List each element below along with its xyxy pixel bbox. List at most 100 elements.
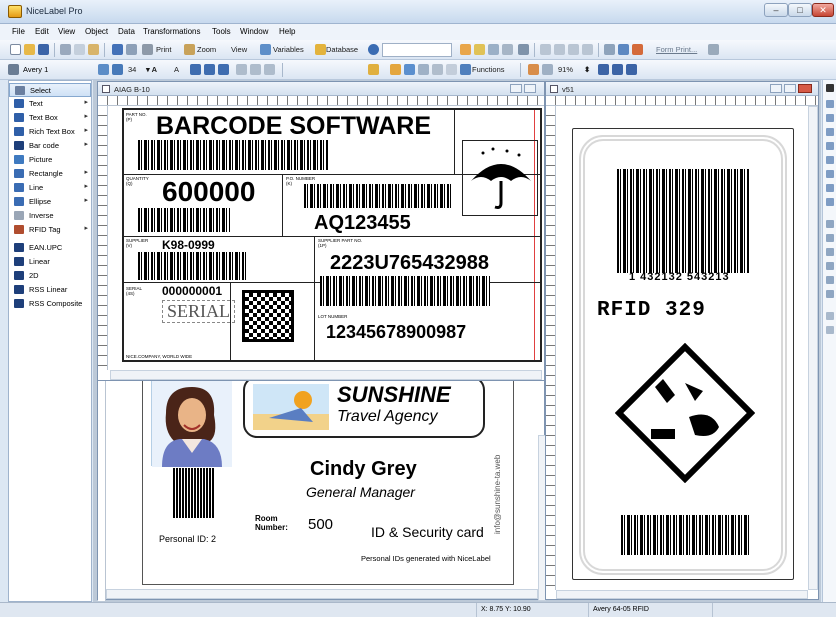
printer-icon[interactable] [142,44,153,55]
aiag-horizontal-scrollbar[interactable] [110,370,542,380]
tool-linear[interactable]: Linear [9,255,91,269]
doc2-minimize-button[interactable] [770,84,782,93]
preview-icon[interactable] [126,44,137,55]
doc1-maximize-button[interactable] [524,84,536,93]
order-icon-a[interactable] [826,312,834,320]
spacing-icon-e[interactable] [826,276,834,284]
paste-icon[interactable] [88,44,99,55]
query-icon[interactable] [446,64,457,75]
menu-view[interactable]: View [58,27,75,36]
order-icon-b[interactable] [826,326,834,334]
help-icon[interactable] [368,44,379,55]
submenu-arrow-icon[interactable]: ▸ [84,126,88,134]
zoom-icon[interactable] [184,44,195,55]
layout-icon-2[interactable] [612,64,623,75]
menu-tools[interactable]: Tools [212,27,231,36]
submenu-arrow-icon[interactable]: ▸ [84,98,88,106]
functions-button[interactable]: Functions [472,65,505,74]
zoom-button[interactable]: Zoom [197,45,216,54]
function-wizard-icon[interactable] [390,64,401,75]
spacing-icon-c[interactable] [826,248,834,256]
underline-icon[interactable] [218,64,229,75]
menu-file[interactable]: File [12,27,25,36]
close-button[interactable]: ✕ [812,3,834,17]
tool-rss-linear[interactable]: RSS Linear [9,283,91,297]
doc2-maximize-button[interactable] [784,84,796,93]
database-button[interactable]: Database [326,45,358,54]
doc1-minimize-button[interactable] [510,84,522,93]
rotate-icon[interactable] [528,64,539,75]
zoom-percent[interactable]: 91% [558,65,573,74]
align-icon-g[interactable] [826,184,834,192]
align-icon-f[interactable] [826,170,834,178]
align-text-left-icon[interactable] [236,64,247,75]
grow-font-icon[interactable]: ▾ A [146,65,157,74]
table-icon[interactable] [432,64,443,75]
tools-icon[interactable] [632,44,643,55]
spacing-icon-f[interactable] [826,290,834,298]
form-print-button[interactable]: Form Print... [656,45,697,54]
align-text-right-icon[interactable] [264,64,275,75]
form-grid-icon[interactable] [518,44,529,55]
font-size-value[interactable]: 34 [128,65,136,74]
tool-rss-composite[interactable]: RSS Composite [9,297,91,311]
maximize-button[interactable]: □ [788,3,812,17]
save-icon[interactable] [38,44,49,55]
print-button[interactable]: Print [156,45,171,54]
layout-icon-1[interactable] [598,64,609,75]
submenu-arrow-icon[interactable]: ▸ [84,168,88,176]
italic-icon[interactable] [204,64,215,75]
tool-rich-text-box[interactable]: Rich Text Box ▸ [9,125,91,139]
font-icon[interactable] [98,64,109,75]
tool-select[interactable]: Select [9,83,91,97]
align-icon-e[interactable] [826,156,834,164]
rfid-vertical-scrollbar[interactable] [808,106,818,590]
tool-rfid-tag[interactable]: RFID Tag ▸ [9,223,91,237]
submenu-arrow-icon[interactable]: ▸ [84,224,88,232]
database-wizard-icon[interactable] [404,64,415,75]
align-text-center-icon[interactable] [250,64,261,75]
database-icon[interactable] [315,44,326,55]
tool-line[interactable]: Line ▸ [9,181,91,195]
view-button[interactable]: View [231,45,247,54]
align-icon-a[interactable] [826,100,834,108]
doc2-close-button[interactable] [798,84,812,93]
design-icon[interactable] [604,44,615,55]
variables-button[interactable]: Variables [273,45,304,54]
form-open-icon[interactable] [474,44,485,55]
dock-icon[interactable] [826,84,834,92]
variable-combo[interactable] [382,43,452,57]
rfid-document-window[interactable]: v51 1 432132 543213 RFID 329 [545,81,819,600]
submenu-arrow-icon[interactable]: ▸ [84,182,88,190]
variable-wizard-icon[interactable] [368,64,379,75]
tool-rectangle[interactable]: Rectangle ▸ [9,167,91,181]
menu-object[interactable]: Object [85,27,108,36]
form-tools-icon[interactable] [502,44,513,55]
spacing-icon-a[interactable] [826,220,834,228]
open-icon[interactable] [24,44,35,55]
align-icon-h[interactable] [826,198,834,206]
spacing-icon-b[interactable] [826,234,834,242]
aiag-document-window[interactable]: AIAG B-10 PART NO. (P) BARCODE SOFTWARE [97,81,545,381]
tool-ean-upc[interactable]: EAN.UPC [9,241,91,255]
new-icon[interactable] [10,44,21,55]
run-form-icon[interactable] [618,44,629,55]
tool-inverse[interactable]: Inverse [9,209,91,223]
submenu-arrow-icon[interactable]: ▸ [84,196,88,204]
zoom-spin-icon[interactable]: ⬍ [584,65,590,74]
shrink-font-icon[interactable]: A [174,65,179,74]
form-icon[interactable] [460,44,471,55]
menu-window[interactable]: Window [240,27,268,36]
tool-ellipse[interactable]: Ellipse ▸ [9,195,91,209]
menu-transformations[interactable]: Transformations [143,27,201,36]
tool-text[interactable]: Text ▸ [9,97,91,111]
align-left-icon[interactable] [540,44,551,55]
functions-icon[interactable] [460,64,471,75]
variables-icon[interactable] [260,44,271,55]
label-setup-icon[interactable] [112,44,123,55]
align-icon-c[interactable] [826,128,834,136]
bold-icon[interactable] [190,64,201,75]
submenu-arrow-icon[interactable]: ▸ [84,140,88,148]
extra-icon[interactable] [708,44,719,55]
menu-help[interactable]: Help [279,27,295,36]
